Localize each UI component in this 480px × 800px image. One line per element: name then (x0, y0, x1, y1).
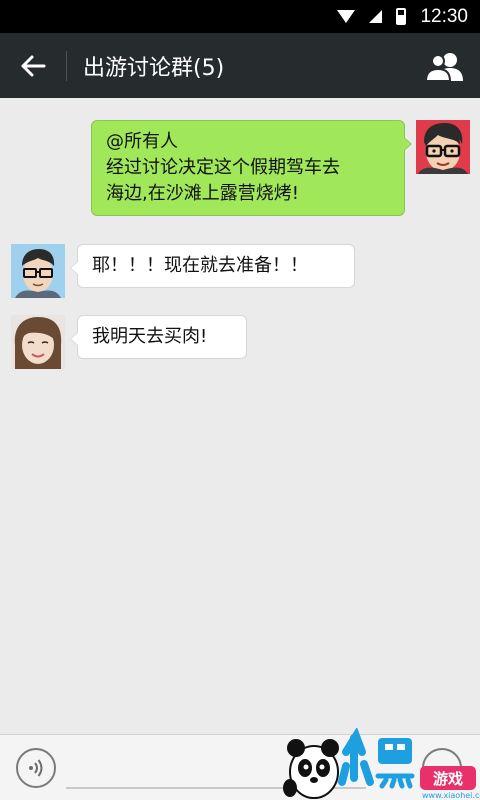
message-line: @所有人 (106, 131, 178, 152)
page-title: 出游讨论群(5) (83, 55, 225, 81)
svg-text:游戏: 游戏 (433, 770, 463, 788)
wifi-icon (337, 10, 356, 23)
xiaohei-logo-watermark: 游戏 www.xiaohei.com (282, 727, 480, 800)
message-bubble-received[interactable]: 我明天去买肉! (70, 315, 247, 359)
status-time: 12:30 (420, 5, 468, 27)
battery-icon (396, 8, 407, 25)
message-line: 耶！！！现在就去准备！！ (92, 255, 308, 276)
status-bar: 12:30 (0, 0, 480, 33)
svg-text:www.xiaohei.com: www.xiaohei.com (422, 791, 480, 800)
back-button[interactable] (0, 33, 66, 98)
my-avatar[interactable] (416, 120, 470, 174)
title-bar: 出游讨论群(5) (0, 33, 480, 98)
voice-input-button[interactable] (16, 748, 56, 788)
group-members-icon (426, 53, 463, 81)
girl-photo-avatar-icon (11, 315, 65, 369)
message-line: 海边,在沙滩上露营烧烤! (106, 183, 299, 204)
title-divider (66, 50, 67, 81)
message-line: 经过讨论决定这个假期驾车去 (106, 157, 340, 178)
voice-icon (29, 759, 43, 777)
chat-area[interactable]: @所有人 经过讨论决定这个假期驾车去 海边,在沙滩上露营烧烤! 耶！！！现在就去… (0, 98, 480, 734)
sender-avatar[interactable] (11, 244, 65, 298)
cartoon-man-avatar-icon (416, 120, 470, 174)
message-bubble-received[interactable]: 耶！！！现在就去准备！！ (70, 244, 355, 288)
sender-avatar[interactable] (11, 315, 65, 369)
panda-logo-icon: 游戏 www.xiaohei.com (283, 727, 480, 800)
signal-icon (369, 10, 383, 23)
message-bubble-sent[interactable]: @所有人 经过讨论决定这个假期驾车去 海边,在沙滩上露营烧烤! (91, 120, 412, 216)
back-arrow-icon (21, 55, 46, 76)
group-members-button[interactable] (424, 45, 466, 87)
cartoon-boy-avatar-icon (11, 244, 65, 298)
message-line: 我明天去买肉! (92, 326, 208, 347)
